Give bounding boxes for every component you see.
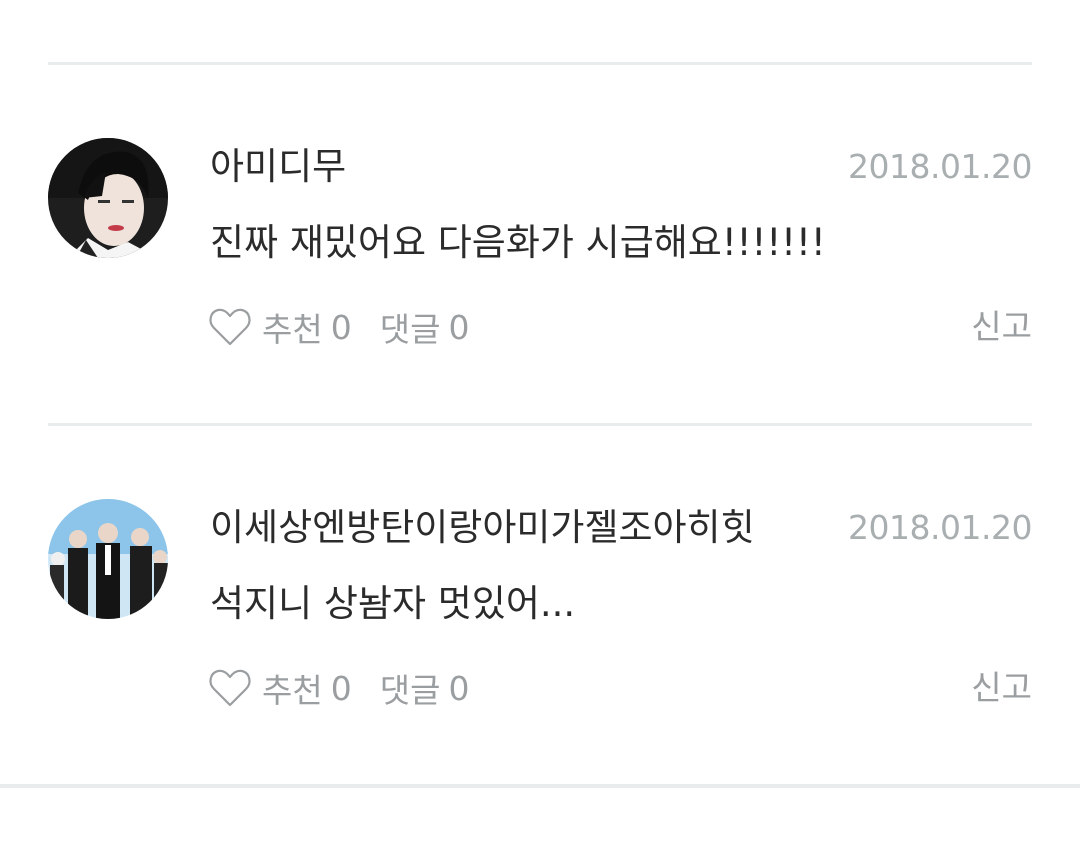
- comment-item: 이세상엔방탄이랑아미가젤조아히힛 2018.01.20 석지니 상놤자 멋있어.…: [0, 499, 1080, 859]
- comment-item: 아미디무 2018.01.20 진짜 재밌어요 다음화가 시급해요!!!!!!!…: [0, 138, 1080, 498]
- like-button[interactable]: 추천 0: [208, 303, 352, 351]
- username[interactable]: 이세상엔방탄이랑아미가젤조아히힛: [210, 503, 755, 553]
- like-label: 추천: [262, 671, 323, 710]
- avatar[interactable]: [48, 138, 168, 258]
- heart-outline-icon: [209, 308, 251, 346]
- like-count: 0: [330, 307, 352, 347]
- comment-text: 진짜 재밌어요 다음화가 시급해요!!!!!!!: [210, 221, 826, 264]
- reply-label: 댓글: [379, 671, 441, 710]
- comment-text: 석지니 상놤자 멋있어...: [210, 582, 576, 625]
- reply-count: 0: [448, 307, 470, 347]
- username[interactable]: 아미디무: [210, 142, 346, 192]
- group-photo: [48, 499, 168, 619]
- reply-button[interactable]: 댓글 0: [380, 664, 470, 712]
- like-button[interactable]: 추천 0: [208, 664, 352, 712]
- reply-label: 댓글: [379, 310, 441, 349]
- comment-date: 2018.01.20: [848, 508, 1032, 547]
- heart-outline-icon: [209, 669, 251, 707]
- divider: [48, 62, 1032, 65]
- comment-date: 2018.01.20: [848, 147, 1032, 186]
- report-button[interactable]: 신고: [971, 665, 1032, 711]
- like-count: 0: [330, 668, 352, 708]
- divider: [0, 784, 1080, 788]
- like-label: 추천: [262, 310, 323, 349]
- comment-actions: 추천 0 댓글 0: [208, 304, 469, 350]
- report-button[interactable]: 신고: [971, 304, 1032, 350]
- reply-button[interactable]: 댓글 0: [380, 303, 470, 351]
- comment-actions: 추천 0 댓글 0: [208, 665, 469, 711]
- profile-photo: [48, 138, 168, 258]
- avatar[interactable]: [48, 499, 168, 619]
- reply-count: 0: [448, 668, 470, 708]
- divider: [48, 423, 1032, 426]
